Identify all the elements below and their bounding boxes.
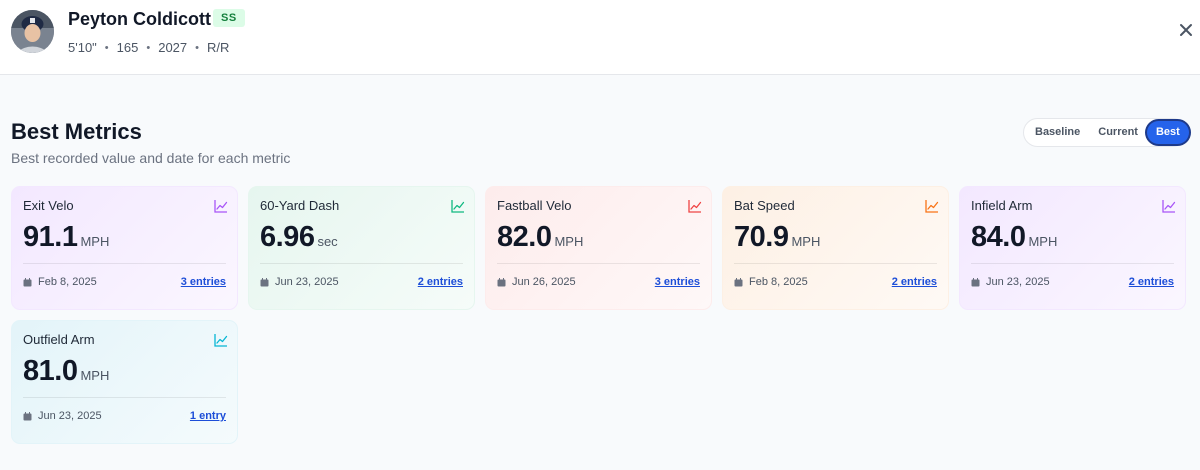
metric-date: Jun 26, 2025 [497,276,576,288]
metric-unit: MPH [554,234,584,249]
metric-label: Fastball Velo [497,198,572,213]
metric-card: Fastball Velo 82.0 MPH Jun 26, 2025 3 en… [485,186,712,310]
player-weight: 165 [116,40,139,55]
metric-date-text: Jun 23, 2025 [38,410,102,422]
metric-date-text: Jun 26, 2025 [512,276,576,288]
metric-unit: sec [317,234,338,249]
player-name: Peyton Coldicott [68,9,211,29]
player-height: 5'10" [68,40,97,55]
trend-chart-icon[interactable] [214,199,228,213]
metric-date: Jun 23, 2025 [971,276,1050,288]
metric-value-row: 82.0 MPH [497,221,583,254]
calendar-icon [23,277,32,286]
player-header: Peyton Coldicott SS 5'10" • 165 • 2027 •… [0,0,1200,75]
calendar-icon [497,277,506,286]
metric-value: 70.9 [734,221,789,253]
metric-date: Feb 8, 2025 [23,276,97,288]
metric-value: 81.0 [23,355,78,387]
metric-unit: MPH [1028,234,1058,249]
card-divider [497,263,700,264]
metric-value-row: 84.0 MPH [971,221,1057,254]
metric-value-row: 70.9 MPH [734,221,820,254]
metric-card: Outfield Arm 81.0 MPH Jun 23, 2025 1 ent… [11,320,238,444]
metric-value-row: 6.96 sec [260,221,338,254]
metric-label: Exit Velo [23,198,74,213]
metric-card: Bat Speed 70.9 MPH Feb 8, 2025 2 entries [722,186,949,310]
metric-value-row: 91.1 MPH [23,221,109,254]
section-title: Best Metrics [11,119,142,144]
metric-date-text: Feb 8, 2025 [38,276,97,288]
metric-label: Bat Speed [734,198,795,213]
card-divider [260,263,463,264]
metric-entries-link[interactable]: 2 entries [418,276,463,288]
metric-entries-link[interactable]: 2 entries [892,276,937,288]
metric-unit: MPH [80,234,110,249]
meta-separator: • [104,41,109,54]
player-avatar [11,10,54,53]
metric-label: Infield Arm [971,198,1033,213]
card-divider [23,397,226,398]
card-divider [734,263,937,264]
trend-chart-icon[interactable] [925,199,939,213]
toggle-current[interactable]: Current [1089,121,1147,144]
metric-date-text: Feb 8, 2025 [749,276,808,288]
metric-date-text: Jun 23, 2025 [986,276,1050,288]
metric-value: 84.0 [971,221,1026,253]
trend-chart-icon[interactable] [688,199,702,213]
toggle-best[interactable]: Best [1146,121,1189,144]
calendar-icon [734,277,743,286]
trend-chart-icon[interactable] [214,333,228,347]
metric-date-text: Jun 23, 2025 [275,276,339,288]
metric-value: 91.1 [23,221,78,253]
player-bats-throws: R/R [207,40,230,55]
metric-value-row: 81.0 MPH [23,355,109,388]
trend-chart-icon[interactable] [451,199,465,213]
meta-separator: • [146,41,151,54]
calendar-icon [971,277,980,286]
card-divider [971,263,1174,264]
close-icon [1180,24,1192,36]
trend-chart-icon[interactable] [1162,199,1176,213]
toggle-baseline[interactable]: Baseline [1026,121,1089,144]
metric-value: 6.96 [260,221,315,253]
metric-card: 60-Yard Dash 6.96 sec Jun 23, 2025 2 ent… [248,186,475,310]
metric-date: Jun 23, 2025 [260,276,339,288]
calendar-icon [260,277,269,286]
metric-date: Feb 8, 2025 [734,276,808,288]
metric-card: Infield Arm 84.0 MPH Jun 23, 2025 2 entr… [959,186,1186,310]
meta-separator: • [195,41,199,54]
metric-entries-link[interactable]: 1 entry [190,410,226,422]
calendar-icon [23,411,32,420]
metric-label: 60-Yard Dash [260,198,340,213]
player-class-year: 2027 [158,40,188,55]
card-divider [23,263,226,264]
player-meta: 5'10" • 165 • 2027 • R/R [68,40,229,55]
metric-card: Exit Velo 91.1 MPH Feb 8, 2025 3 entries [11,186,238,310]
close-button[interactable] [1176,20,1196,40]
metric-entries-link[interactable]: 3 entries [181,276,226,288]
view-toggle: Baseline Current Best [1023,118,1189,147]
metric-date: Jun 23, 2025 [23,410,102,422]
metric-unit: MPH [791,234,821,249]
metric-label: Outfield Arm [23,332,95,347]
metric-value: 82.0 [497,221,552,253]
position-badge: SS [213,9,245,27]
section-subtitle: Best recorded value and date for each me… [11,150,291,166]
metric-entries-link[interactable]: 3 entries [655,276,700,288]
metric-entries-link[interactable]: 2 entries [1129,276,1174,288]
metric-unit: MPH [80,368,110,383]
